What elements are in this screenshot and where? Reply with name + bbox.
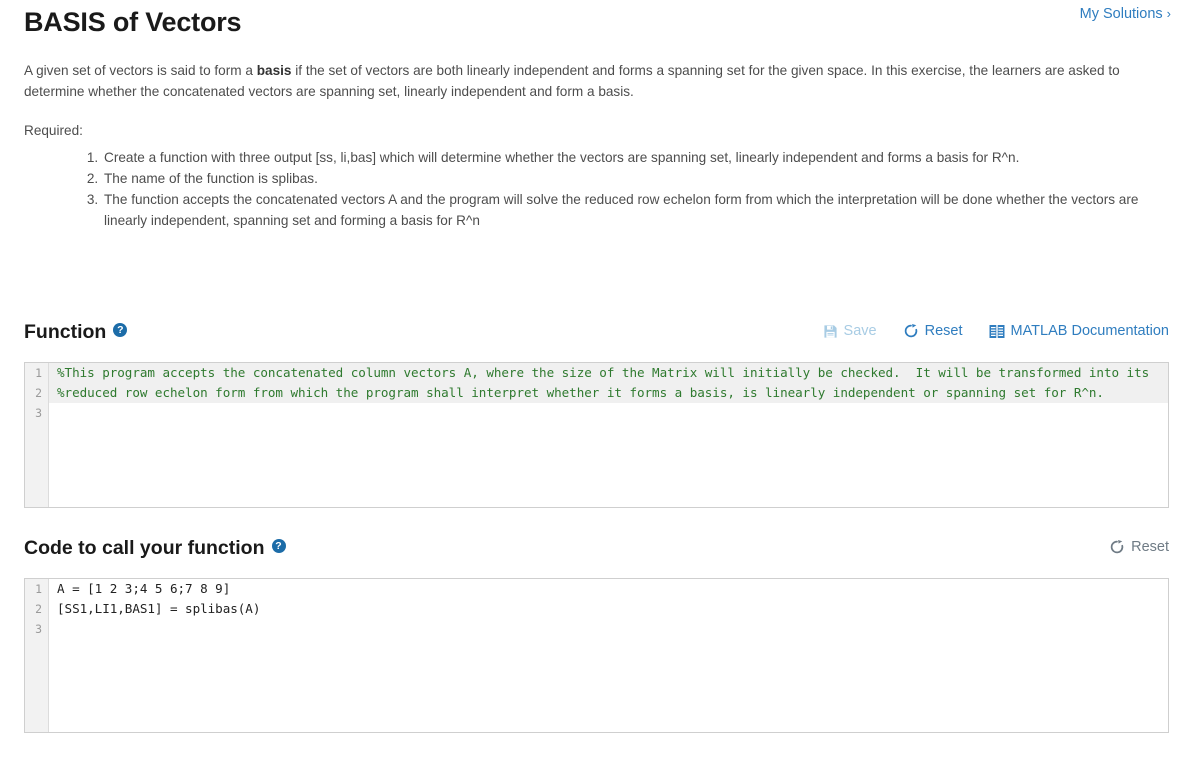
- my-solutions-label: My Solutions: [1080, 6, 1163, 22]
- line-content: A = [1 2 3;4 5 6;7 8 9]: [49, 579, 230, 599]
- matlab-documentation-label: MATLAB Documentation: [1011, 321, 1170, 341]
- list-item: The name of the function is splibas.: [102, 168, 1169, 189]
- code-line[interactable]: 1 A = [1 2 3;4 5 6;7 8 9]: [25, 579, 1168, 599]
- line-content: [49, 403, 57, 423]
- call-section-header: Code to call your function? Reset: [24, 533, 1169, 567]
- call-title: Code to call your function: [24, 533, 265, 563]
- function-toolbar: Save Reset: [823, 321, 1169, 341]
- intro-block: A given set of vectors is said to form a…: [0, 60, 1193, 231]
- reset-call-button[interactable]: Reset: [1109, 537, 1169, 557]
- code-line[interactable]: 2 [SS1,LI1,BAS1] = splibas(A): [25, 599, 1168, 619]
- call-section: Code to call your function? Reset 1: [0, 533, 1193, 733]
- required-label: Required:: [24, 120, 1149, 141]
- intro-bold-term: basis: [257, 63, 292, 78]
- function-title: Function: [24, 317, 106, 347]
- reset-function-button[interactable]: Reset: [903, 321, 963, 341]
- help-circle-icon[interactable]: ?: [272, 539, 286, 553]
- line-number: 2: [25, 383, 49, 403]
- list-item: The function accepts the concatenated ve…: [102, 189, 1169, 231]
- function-section-header: Function? Save: [24, 317, 1169, 351]
- exercise-page: BASIS of Vectors My Solutions › A given s…: [0, 0, 1193, 772]
- floppy-disk-icon: [823, 324, 838, 339]
- code-line[interactable]: 3: [25, 619, 1168, 639]
- intro-paragraph: A given set of vectors is said to form a…: [24, 60, 1149, 102]
- call-code-rows: 1 A = [1 2 3;4 5 6;7 8 9] 2 [SS1,LI1,BAS…: [25, 579, 1168, 639]
- line-number: 1: [25, 363, 49, 383]
- refresh-icon: [1109, 539, 1125, 555]
- call-code-editor[interactable]: 1 A = [1 2 3;4 5 6;7 8 9] 2 [SS1,LI1,BAS…: [24, 578, 1169, 733]
- line-content: %reduced row echelon form from which the…: [49, 383, 1104, 403]
- list-item: Create a function with three output [ss,…: [102, 147, 1169, 168]
- code-line[interactable]: 2 %reduced row echelon form from which t…: [25, 383, 1168, 403]
- my-solutions-link[interactable]: My Solutions ›: [1080, 6, 1171, 22]
- line-content: %This program accepts the concatenated c…: [49, 363, 1149, 383]
- function-code-editor[interactable]: 1 %This program accepts the concatenated…: [24, 362, 1169, 508]
- reset-label: Reset: [1131, 537, 1169, 557]
- code-line[interactable]: 1 %This program accepts the concatenated…: [25, 363, 1168, 383]
- line-content: [49, 619, 57, 639]
- page-title: BASIS of Vectors: [24, 4, 1169, 40]
- function-code-rows: 1 %This program accepts the concatenated…: [25, 363, 1168, 423]
- page-header: BASIS of Vectors My Solutions ›: [0, 0, 1193, 44]
- code-line[interactable]: 3: [25, 403, 1168, 423]
- help-circle-icon[interactable]: ?: [113, 323, 127, 337]
- save-label: Save: [844, 321, 877, 341]
- intro-pre: A given set of vectors is said to form a: [24, 63, 257, 78]
- line-number: 3: [25, 619, 49, 639]
- chevron-right-icon: ›: [1167, 6, 1171, 21]
- line-number: 3: [25, 403, 49, 423]
- line-number: 2: [25, 599, 49, 619]
- function-section: Function? Save: [0, 317, 1193, 508]
- line-number: 1: [25, 579, 49, 599]
- refresh-icon: [903, 323, 919, 339]
- line-content: [SS1,LI1,BAS1] = splibas(A): [49, 599, 260, 619]
- save-button[interactable]: Save: [823, 321, 877, 341]
- reset-label: Reset: [925, 321, 963, 341]
- requirements-list: Create a function with three output [ss,…: [24, 147, 1169, 231]
- matlab-documentation-button[interactable]: MATLAB Documentation: [989, 321, 1170, 341]
- book-icon: [989, 324, 1005, 339]
- call-toolbar: Reset: [1109, 537, 1169, 557]
